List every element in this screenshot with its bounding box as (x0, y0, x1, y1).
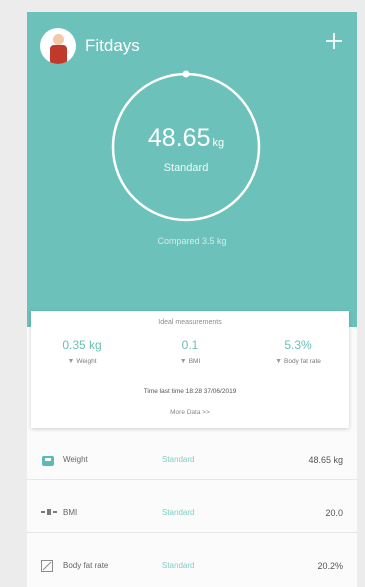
down-arrow-icon: ▼ (67, 358, 75, 365)
app-title: Fitdays (85, 36, 140, 55)
stat-body-fat: 5.3% ▼ Body fat rate (253, 338, 343, 365)
row-divider (27, 532, 357, 533)
metric-name: Weight (63, 455, 88, 464)
metric-status: Standard (162, 455, 195, 464)
stat-weight: 0.35 kg ▼ Weight (37, 338, 127, 365)
metric-status: Standard (162, 508, 195, 517)
stat-weight-value: 0.35 kg (62, 338, 102, 352)
metric-row-bmi[interactable]: BMI Standard 20.0 (27, 493, 357, 533)
weight-status: Standard (163, 162, 209, 174)
main-weight-unit: kg (212, 137, 225, 149)
metric-value: 20.0 (325, 508, 343, 518)
stat-bmi-value: 0.1 (181, 338, 199, 352)
more-data-link[interactable]: More Data >> (31, 409, 349, 416)
down-arrow-icon: ▼ (179, 358, 187, 365)
metric-status: Standard (162, 561, 195, 570)
app-screen: Fitdays 48.65 kg Standard Compared 3.5 kg… (27, 12, 357, 587)
metric-row-body-fat[interactable]: Body fat rate Standard 20.2% (27, 546, 357, 586)
stat-bmi-label: ▼ BMI (179, 358, 201, 365)
recent-change: Compared 3.5 kg (157, 236, 227, 246)
stat-bmi: 0.1 ▼ BMI (145, 338, 235, 365)
last-measure-note: Time last time 18:28 37/06/2019 (143, 388, 237, 395)
hero-panel: Fitdays 48.65 kg Standard Compared 3.5 kg (27, 12, 357, 327)
summary-card-title: Ideal measurements (158, 319, 222, 326)
avatar-body (50, 45, 67, 64)
bmi-icon (41, 509, 57, 515)
body-fat-icon (41, 560, 53, 572)
metric-name: BMI (63, 508, 78, 517)
down-arrow-icon: ▼ (275, 358, 283, 365)
scale-icon (42, 456, 54, 466)
avatar-head (53, 34, 64, 45)
stat-weight-label: ▼ Weight (67, 358, 97, 365)
stat-body-fat-value: 5.3% (284, 338, 312, 352)
metric-name: Body fat rate (63, 561, 109, 570)
main-weight-value: 48.65 (147, 124, 211, 152)
plus-icon[interactable] (325, 32, 343, 50)
stat-body-fat-label: ▼ Body fat rate (275, 358, 321, 365)
row-divider (27, 479, 357, 480)
main-weight: 48.65 kg (109, 124, 263, 153)
metric-value: 48.65 kg (308, 455, 343, 465)
summary-card: Ideal measurements 0.35 kg ▼ Weight 0.1 ▼… (31, 311, 349, 428)
metric-row-weight[interactable]: Weight Standard 48.65 kg (27, 440, 357, 480)
avatar[interactable] (40, 28, 76, 64)
metric-value: 20.2% (317, 561, 343, 571)
